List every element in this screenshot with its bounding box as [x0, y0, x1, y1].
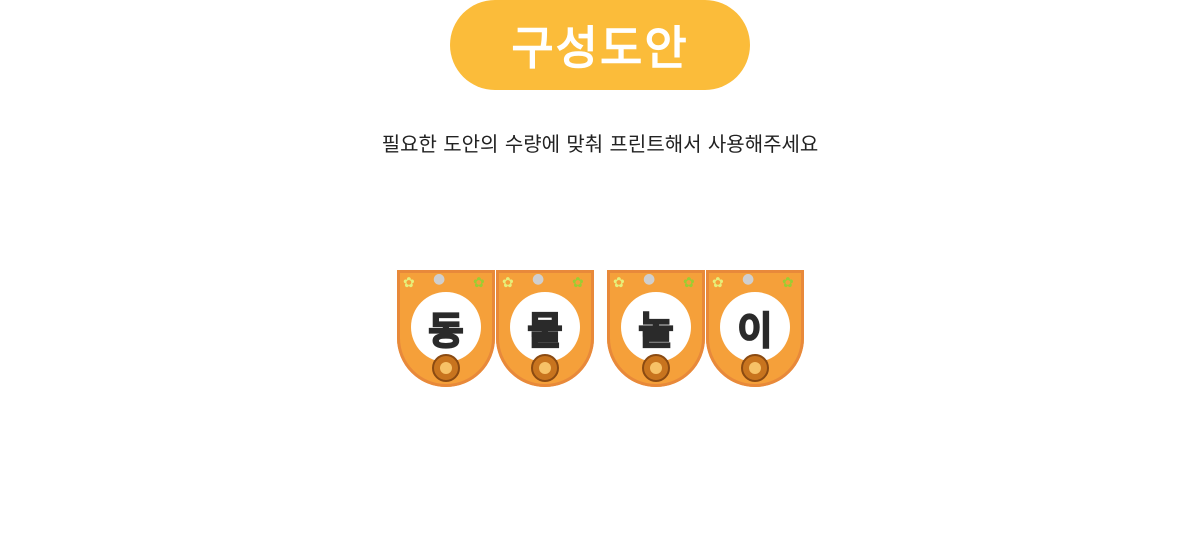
lion-icon [741, 354, 769, 382]
lion-icon [432, 354, 460, 382]
paw-icon: ✿ [572, 275, 584, 291]
banner-letter: 놀 [638, 308, 675, 354]
lion-icon [642, 354, 670, 382]
paw-icon: ✿ [473, 275, 485, 291]
title-pill: 구성도안 [450, 0, 750, 90]
banner-row: ✿ ● ✿ 동 ✿ ● ✿ 물 ✿ ● ✿ 놀 ✿ ● ✿ 이 [0, 270, 1200, 390]
letter-circle: 동 [411, 292, 481, 362]
mouse-icon: ● [433, 271, 446, 287]
mouse-icon: ● [742, 271, 755, 287]
banner-card: ✿ ● ✿ 놀 [607, 270, 705, 387]
paw-icon: ✿ [782, 275, 794, 291]
banner-card: ✿ ● ✿ 동 [397, 270, 495, 387]
mouse-icon: ● [532, 271, 545, 287]
banner-card: ✿ ● ✿ 물 [496, 270, 594, 387]
banner-letter: 물 [527, 308, 564, 354]
paw-icon: ✿ [712, 275, 724, 291]
paw-icon: ✿ [613, 275, 625, 291]
page-title: 구성도안 [511, 21, 689, 75]
mouse-icon: ● [643, 271, 656, 287]
banner-letter: 동 [428, 308, 465, 354]
letter-circle: 물 [510, 292, 580, 362]
lion-icon [531, 354, 559, 382]
paw-icon: ✿ [502, 275, 514, 291]
letter-circle: 이 [720, 292, 790, 362]
paw-icon: ✿ [403, 275, 415, 291]
paw-icon: ✿ [683, 275, 695, 291]
subtitle: 필요한 도안의 수량에 맞춰 프린트해서 사용해주세요 [381, 132, 819, 156]
letter-circle: 놀 [621, 292, 691, 362]
banner-card: ✿ ● ✿ 이 [706, 270, 804, 387]
banner-letter: 이 [737, 308, 774, 354]
